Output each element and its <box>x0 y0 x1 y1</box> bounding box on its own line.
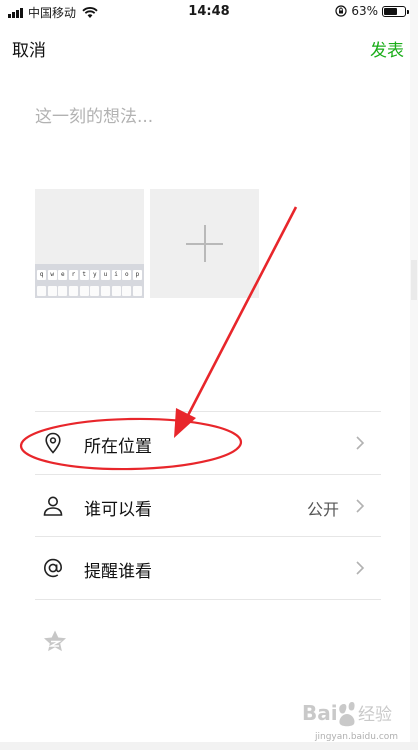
post-text-input[interactable]: 这一刻的想法... <box>35 102 153 127</box>
location-pin-icon <box>45 432 61 454</box>
keyboard-key: q <box>37 270 46 280</box>
mention-label: 提醒谁看 <box>84 562 152 582</box>
keyboard-key <box>47 286 57 296</box>
svg-text:Bai: Bai <box>302 701 338 725</box>
keyboard-key <box>122 286 132 296</box>
svg-text:经验: 经验 <box>358 705 392 725</box>
location-row[interactable]: 所在位置 <box>35 411 381 474</box>
keyboard-key <box>79 286 89 296</box>
keyboard-key <box>111 286 121 296</box>
visibility-row[interactable]: 谁可以看 公开 <box>35 474 381 537</box>
chevron-right-icon <box>356 561 365 575</box>
keyboard-key <box>90 286 100 296</box>
keyboard-key <box>37 286 46 296</box>
keyboard-key <box>100 286 110 296</box>
keyboard-preview: qwertyuiop <box>35 264 144 298</box>
status-right: 63% <box>335 4 409 18</box>
star-icon[interactable] <box>41 628 69 656</box>
keyboard-key: r <box>68 270 78 280</box>
keyboard-key <box>132 286 142 296</box>
side-strip <box>410 0 418 742</box>
mention-row[interactable]: 提醒谁看 <box>35 536 381 599</box>
visibility-label: 谁可以看 <box>84 500 152 520</box>
publish-button[interactable]: 发表 <box>370 36 404 61</box>
orientation-lock-icon <box>335 5 347 17</box>
chevron-right-icon <box>356 436 365 450</box>
keyboard-key: w <box>47 270 57 280</box>
at-icon <box>43 558 63 578</box>
watermark-url: jingyan.baidu.com <box>315 732 399 742</box>
keyboard-key <box>68 286 78 296</box>
keyboard-key: o <box>122 270 132 280</box>
divider <box>35 599 381 600</box>
keyboard-key: i <box>111 270 121 280</box>
battery-icon <box>382 5 409 17</box>
person-icon <box>43 496 63 516</box>
cancel-button[interactable]: 取消 <box>12 36 46 61</box>
chevron-right-icon <box>356 499 365 513</box>
status-bar: 中国移动 14:48 63% <box>0 0 418 24</box>
keyboard-key <box>58 286 68 296</box>
keyboard-key: u <box>100 270 110 280</box>
bottom-edge <box>0 742 418 750</box>
location-label: 所在位置 <box>84 437 152 457</box>
photo-thumbnail[interactable]: qwertyuiop <box>35 189 144 298</box>
keyboard-key: y <box>90 270 100 280</box>
add-photo-button[interactable] <box>150 189 259 298</box>
keyboard-key: e <box>58 270 68 280</box>
battery-fill <box>384 7 397 15</box>
visibility-value: 公开 <box>306 500 339 519</box>
keyboard-key: p <box>132 270 142 280</box>
keyboard-row: qwertyuiop <box>37 270 142 280</box>
keyboard-key: t <box>79 270 89 280</box>
battery-percent: 63% <box>351 4 378 18</box>
keyboard-row <box>37 286 142 296</box>
